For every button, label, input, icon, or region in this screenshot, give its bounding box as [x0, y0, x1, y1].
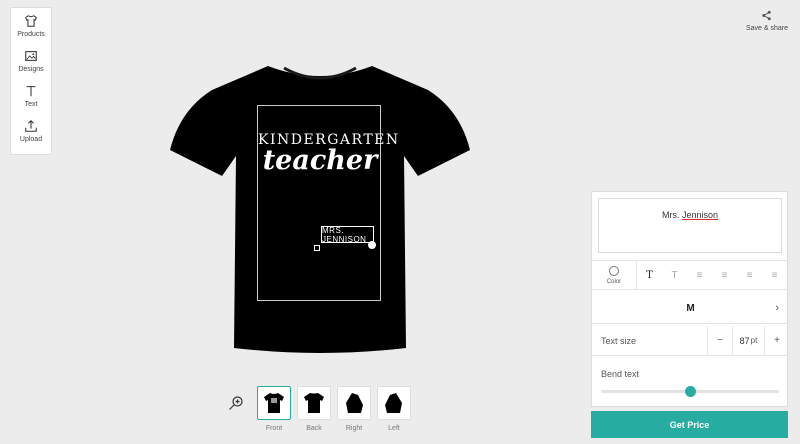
products-tool[interactable]: Products [10, 14, 52, 49]
rotate-handle[interactable] [314, 245, 320, 251]
text-icon [26, 86, 36, 97]
view-front[interactable]: Front [257, 386, 291, 432]
size-unit: pt [750, 336, 758, 345]
image-icon [25, 51, 37, 61]
color-picker[interactable]: Color [592, 261, 637, 289]
upload-icon [25, 120, 37, 132]
product-canvas: KINDERGARTEN teacher MRS. JENNISON [160, 58, 480, 368]
shirt-icon [25, 15, 37, 27]
view-front-thumb [257, 386, 291, 420]
products-label: Products [17, 31, 45, 38]
designs-label: Designs [18, 66, 44, 73]
bend-slider-knob[interactable] [685, 386, 696, 397]
font-name: M [686, 303, 695, 314]
upload-label: Upload [19, 136, 43, 143]
view-back-label: Back [306, 425, 322, 432]
resize-handle[interactable] [368, 241, 376, 249]
text-label: Text [24, 101, 38, 108]
format-toolbar: Color T T ≡ ≡ ≡ ≡ [592, 260, 789, 290]
selected-text-box[interactable]: MRS. JENNISON [321, 226, 374, 244]
size-decrease-button[interactable]: − [707, 325, 732, 356]
align-center-button[interactable]: ≡ [712, 261, 737, 289]
view-selector: Front Back Right Left [257, 386, 411, 432]
save-share-button[interactable]: Save & share [746, 10, 788, 32]
color-swatch-icon [609, 265, 619, 276]
view-front-label: Front [265, 425, 283, 432]
font-style-alt-button[interactable]: T [662, 261, 687, 289]
text-design[interactable]: KINDERGARTEN teacher [258, 132, 398, 176]
bend-text-row: Bend text [592, 360, 789, 404]
align-justify-button[interactable]: ≡ [762, 261, 787, 289]
share-icon [762, 10, 772, 21]
view-back-thumb [297, 386, 331, 420]
design-line-2: teacher [262, 145, 378, 176]
size-value-field[interactable]: 87 pt [732, 325, 764, 356]
align-left-button[interactable]: ≡ [687, 261, 712, 289]
bend-text-label: Bend text [601, 369, 640, 379]
size-value: 87 [739, 335, 750, 346]
bend-slider-track[interactable] [601, 386, 779, 397]
get-price-button[interactable]: Get Price [591, 411, 788, 438]
view-right-label: Right [345, 425, 363, 432]
text-tool[interactable]: Text [10, 84, 52, 119]
upload-tool[interactable]: Upload [10, 119, 52, 154]
view-left-label: Left [388, 425, 400, 432]
align-right-button[interactable]: ≡ [737, 261, 762, 289]
view-right[interactable]: Right [337, 386, 371, 432]
text-size-row: Text size − 87 pt + [592, 325, 789, 356]
color-label: Color [606, 278, 622, 285]
text-edit-panel: Mrs. Jennison Color T T ≡ ≡ ≡ ≡ M › Text… [591, 191, 789, 407]
view-right-thumb [337, 386, 371, 420]
font-selector[interactable]: M › [592, 294, 789, 324]
view-back[interactable]: Back [297, 386, 331, 432]
size-increase-button[interactable]: + [764, 325, 789, 356]
text-input-prefix: Mrs. [661, 210, 682, 220]
designs-tool[interactable]: Designs [10, 49, 52, 84]
text-size-label: Text size [601, 335, 637, 346]
text-input[interactable]: Mrs. Jennison [598, 198, 782, 253]
text-input-word: Jennison [681, 210, 719, 220]
zoom-in-icon[interactable] [228, 395, 244, 411]
view-left[interactable]: Left [377, 386, 411, 432]
font-style-button[interactable]: T [637, 261, 662, 289]
print-area[interactable]: KINDERGARTEN teacher MRS. JENNISON [257, 105, 398, 301]
save-share-label: Save & share [745, 25, 788, 32]
left-toolbar: Products Designs Text Upload [10, 7, 52, 155]
view-left-thumb [377, 386, 411, 420]
chevron-right-icon: › [775, 302, 779, 314]
